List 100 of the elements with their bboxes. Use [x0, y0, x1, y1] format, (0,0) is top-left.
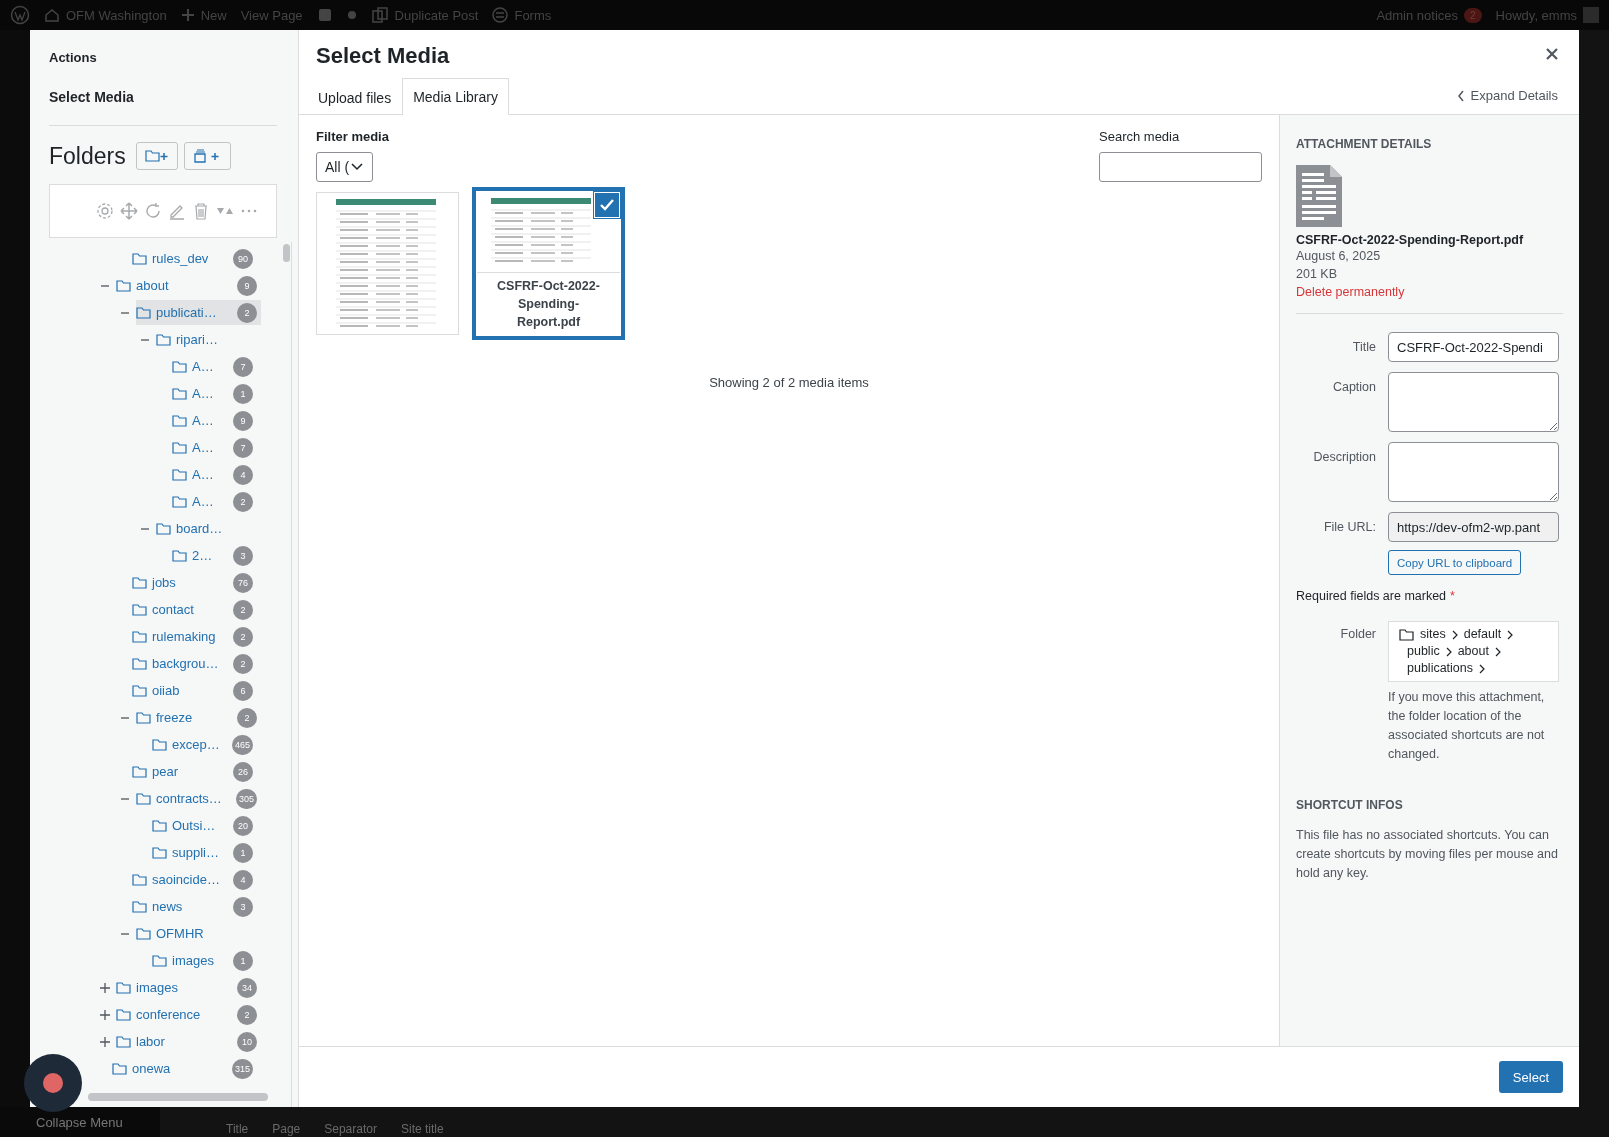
folder-icon [136, 791, 151, 806]
folder-item[interactable]: rules_dev 90 [132, 246, 257, 271]
avatar-icon [1583, 7, 1599, 23]
check-icon[interactable] [595, 193, 619, 217]
text-area[interactable] [1388, 442, 1559, 502]
folder-icon [132, 872, 147, 887]
count-badge: 1 [233, 950, 253, 971]
dot-icon [346, 10, 357, 20]
folder-item[interactable]: suppli… 1 [152, 840, 257, 865]
settings-icon[interactable] [96, 202, 114, 220]
url-field[interactable]: https://dev-ofm2-wp.pant [1388, 512, 1559, 542]
folder-item[interactable]: pear 26 [132, 759, 257, 784]
folder-item[interactable]: oiiab 6 [132, 678, 257, 703]
folder-item[interactable]: labor 10 [116, 1029, 261, 1054]
select-button[interactable]: Select [1498, 1061, 1563, 1093]
count-badge: 305 [235, 788, 257, 809]
expand-toggle-icon[interactable] [98, 1034, 112, 1049]
folder-item[interactable]: excep… 465 [152, 732, 257, 757]
chevron-right-icon [1479, 663, 1485, 674]
refresh-icon[interactable] [144, 202, 162, 220]
folder-item[interactable]: jobs 76 [132, 570, 257, 595]
folder-icon [152, 845, 167, 860]
search-field[interactable] [1099, 152, 1262, 182]
count-badge: 465 [231, 734, 253, 755]
count-badge: 4 [233, 464, 253, 485]
folder-icon [156, 521, 171, 536]
folder-item[interactable]: freeze 2 [136, 705, 261, 730]
actions-heading: Actions [49, 50, 98, 65]
folder-icon [132, 656, 147, 671]
folder-icon [132, 629, 147, 644]
folder-icon [172, 413, 187, 428]
filter-dropdown[interactable]: All ( [316, 152, 373, 182]
move-icon[interactable] [120, 202, 138, 220]
media-count-text: Showing 2 of 2 media items [708, 375, 870, 390]
expand-toggle-icon[interactable] [98, 980, 112, 995]
title-field[interactable]: CSFRF-Oct-2022-Spendi [1388, 332, 1559, 362]
required-asterisk: * [1450, 589, 1455, 603]
column-heading: Site title [400, 1122, 444, 1136]
folder-icon [132, 683, 147, 698]
folder-icon [136, 710, 151, 725]
folder-item[interactable]: images 34 [116, 975, 261, 1000]
folder-item[interactable]: backgrou… 2 [132, 651, 257, 676]
trash-icon[interactable] [192, 202, 210, 220]
folder-item[interactable]: 2… 3 [172, 543, 257, 568]
tab[interactable]: Upload files [307, 79, 403, 115]
scrollbar-thumb[interactable] [88, 1093, 268, 1101]
file-size: 201 KB [1296, 266, 1338, 283]
folder-item[interactable]: A… 7 [172, 354, 257, 379]
folder-item[interactable]: news 3 [132, 894, 257, 919]
expand-toggle-icon[interactable] [98, 1007, 112, 1022]
new-category-button[interactable] [183, 142, 231, 170]
path-label: public [1407, 644, 1440, 659]
folder-icon [112, 1061, 127, 1076]
folder-item[interactable]: board… [156, 516, 261, 541]
folder-item[interactable]: A… 7 [172, 435, 257, 460]
count-badge: 315 [231, 1058, 253, 1079]
tab[interactable]: Media Library [402, 78, 509, 115]
folder-item[interactable]: ripari… [156, 327, 261, 352]
folder-item[interactable]: contracts… 305 [136, 786, 261, 811]
count-badge: 4 [233, 869, 253, 890]
folder-item[interactable]: about 9 [116, 273, 261, 298]
path-label: about [1457, 644, 1489, 659]
scrollbar-thumb[interactable] [283, 244, 290, 262]
folder-item[interactable]: A… 9 [172, 408, 257, 433]
new-folder-button[interactable] [135, 142, 178, 170]
folder-item[interactable]: conference 2 [116, 1002, 261, 1027]
delete-permanently-link[interactable]: Delete permanently [1296, 283, 1405, 301]
folder-plus-icon [144, 148, 169, 164]
folder-item[interactable]: Outsi… 20 [152, 813, 257, 838]
count-badge: 2 [237, 707, 257, 728]
count-badge: 2 [237, 1004, 257, 1025]
folder-icon [132, 899, 147, 914]
count-badge: 20 [233, 815, 253, 836]
folder-item[interactable]: saoincide… 4 [132, 867, 257, 892]
column-heading: Page [272, 1122, 301, 1136]
folder-item[interactable]: contact 2 [132, 597, 257, 622]
media-thumbnail[interactable] [316, 192, 459, 335]
expand-details-button[interactable]: Expand Details [1456, 88, 1558, 103]
folder-item[interactable]: publicati… 2 [136, 300, 261, 325]
folder-icon [172, 494, 187, 509]
folder-item[interactable]: onewa 315 [112, 1056, 257, 1081]
count-badge: 10 [237, 1031, 257, 1052]
folder-item[interactable]: OFMHR [136, 921, 261, 946]
folder-item[interactable]: rulemaking 2 [132, 624, 257, 649]
checkmark-icon [600, 199, 614, 211]
folder-item[interactable]: A… 2 [172, 489, 257, 514]
folder-item[interactable]: images 1 [152, 948, 257, 973]
folder-item[interactable]: A… 4 [172, 462, 257, 487]
panel-title: Select Media [49, 89, 135, 105]
folder-icon [132, 602, 147, 617]
search-label: Search media [1099, 129, 1181, 144]
section-heading: ATTACHMENT DETAILS [1296, 137, 1433, 151]
folder-item[interactable]: A… 1 [172, 381, 257, 406]
count-badge: 6 [233, 680, 253, 701]
count-badge: 3 [233, 896, 253, 917]
copy-url-button[interactable]: Copy URL to clipboard [1388, 550, 1522, 575]
folder-icon [116, 278, 131, 293]
text-area[interactable] [1388, 372, 1559, 432]
folder-icon [152, 818, 167, 833]
count-badge: 34 [237, 977, 257, 998]
